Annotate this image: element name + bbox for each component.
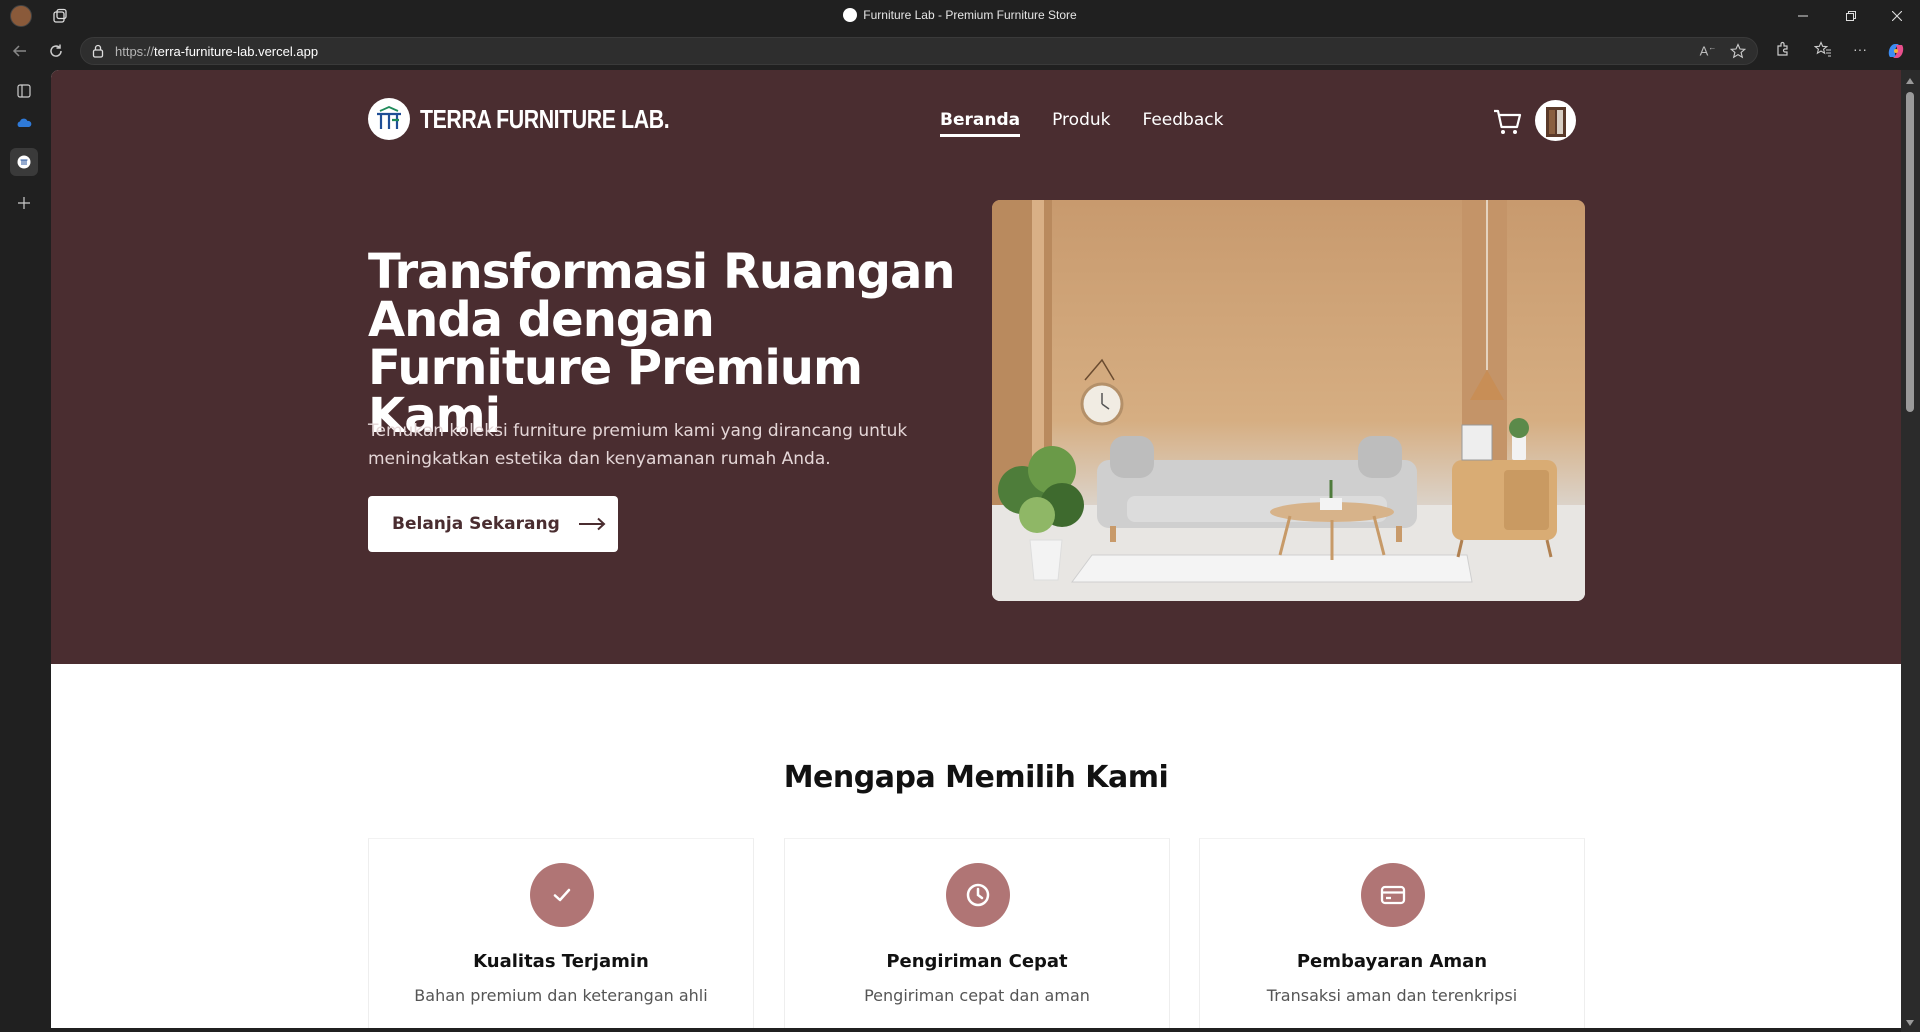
- copilot-icon[interactable]: [1886, 41, 1906, 61]
- shop-now-button[interactable]: Belanja Sekarang: [368, 496, 618, 552]
- feature-description: Pengiriman cepat dan aman: [864, 986, 1090, 1005]
- scroll-up-icon[interactable]: [1906, 78, 1914, 84]
- site-logo[interactable]: TERRA FURNITURE LAB.: [368, 98, 724, 140]
- feature-card-payment: Pembayaran Aman Transaksi aman dan teren…: [1199, 838, 1585, 1028]
- hero-section: TERRA FURNITURE LAB. Beranda Produk Feed…: [51, 70, 1901, 664]
- credit-card-icon: [1361, 863, 1425, 927]
- user-avatar[interactable]: [1535, 100, 1576, 141]
- add-icon[interactable]: [13, 192, 35, 214]
- refresh-icon[interactable]: [44, 39, 68, 63]
- cart-icon[interactable]: [1491, 106, 1523, 138]
- back-icon[interactable]: [8, 39, 32, 63]
- feature-description: Bahan premium dan keterangan ahli: [414, 986, 708, 1005]
- browser-sidebar: [0, 70, 50, 1032]
- nav-feedback[interactable]: Feedback: [1142, 110, 1223, 137]
- extensions-icon[interactable]: [1773, 41, 1793, 61]
- nav-produk[interactable]: Produk: [1052, 110, 1110, 137]
- nav-beranda[interactable]: Beranda: [940, 110, 1021, 137]
- favorite-star-icon[interactable]: [1729, 43, 1747, 61]
- window-title: Furniture Lab - Premium Furniture Store: [0, 8, 1920, 22]
- page-viewport: TERRA FURNITURE LAB. Beranda Produk Feed…: [51, 70, 1901, 1028]
- arrow-right-icon: [578, 517, 606, 531]
- tab-title-text: Furniture Lab - Premium Furniture Store: [863, 8, 1077, 22]
- scrollbar-thumb[interactable]: [1906, 92, 1914, 412]
- browser-title-bar: Furniture Lab - Premium Furniture Store: [0, 0, 1920, 32]
- site-favicon-icon: [843, 8, 858, 22]
- lock-icon[interactable]: [91, 44, 105, 58]
- browser-toolbar: https://terra-furniture-lab.vercel.app A…: [0, 32, 1920, 70]
- check-icon: [530, 863, 594, 927]
- feature-card-quality: Kualitas Terjamin Bahan premium dan kete…: [368, 838, 754, 1028]
- page-scrollbar[interactable]: [1901, 70, 1920, 1032]
- why-section-title: Mengapa Memilih Kami: [783, 760, 1169, 795]
- shop-now-label: Belanja Sekarang: [392, 514, 560, 534]
- feature-title: Pengiriman Cepat: [886, 951, 1068, 972]
- feature-title: Pembayaran Aman: [1296, 951, 1488, 972]
- hero-subtitle: Temukan koleksi furniture premium kami y…: [368, 421, 908, 469]
- url-text[interactable]: https://terra-furniture-lab.vercel.app: [115, 44, 318, 59]
- favorites-icon[interactable]: [1813, 41, 1833, 61]
- logo-mark-icon: [368, 98, 410, 140]
- minimize-icon[interactable]: [1780, 0, 1826, 32]
- feature-description: Transaksi aman dan terenkripsi: [1266, 986, 1518, 1005]
- site-header: TERRA FURNITURE LAB. Beranda Produk Feed…: [51, 70, 1901, 170]
- address-bar[interactable]: https://terra-furniture-lab.vercel.app A…: [80, 37, 1758, 65]
- hero-title: Transformasi Ruangan Anda dengan Furnitu…: [368, 244, 956, 444]
- hero-living-room-image: [992, 200, 1585, 601]
- clock-icon: [946, 863, 1010, 927]
- feature-card-shipping: Pengiriman Cepat Pengiriman cepat dan am…: [784, 838, 1170, 1028]
- sidebar-tabs-icon[interactable]: [13, 80, 35, 102]
- close-icon[interactable]: [1874, 0, 1920, 32]
- feature-title: Kualitas Terjamin: [473, 951, 649, 972]
- restore-icon[interactable]: [1828, 0, 1874, 32]
- more-options-icon[interactable]: ···: [1850, 41, 1870, 61]
- read-aloud-icon[interactable]: A←: [1699, 43, 1717, 61]
- cloud-icon[interactable]: [13, 112, 35, 134]
- scroll-down-icon[interactable]: [1906, 1020, 1914, 1026]
- brand-name: TERRA FURNITURE LAB.: [420, 103, 670, 134]
- site-app-icon[interactable]: [10, 148, 38, 176]
- main-nav: Beranda Produk Feedback: [940, 110, 1223, 137]
